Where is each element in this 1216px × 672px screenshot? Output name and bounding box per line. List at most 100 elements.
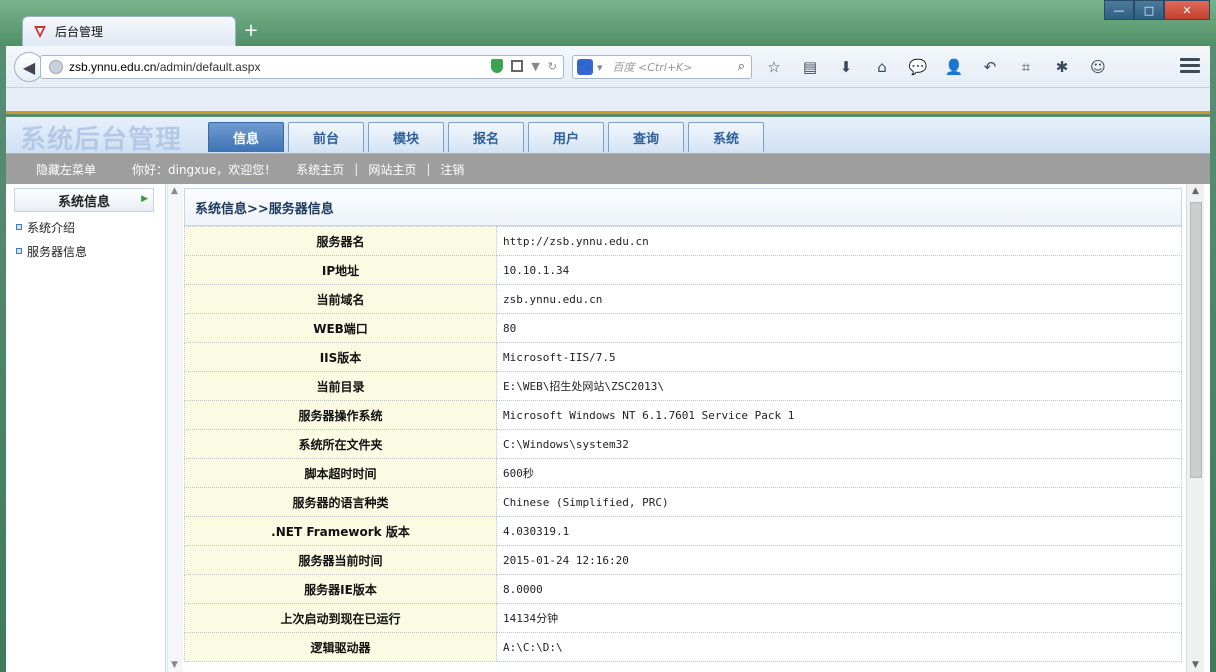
row-key: 当前域名 [184, 284, 497, 314]
bug-icon[interactable]: ✱ [1052, 58, 1072, 76]
browser-tab[interactable]: 后台管理 [22, 16, 236, 46]
row-value: E:\WEB\招生处网站\ZSC2013\ [496, 371, 1182, 401]
toolbar-icons: ☆ ▤ ⬇ ⌂ 💬 👤 ↶ ⌗ ✱ ☺ [764, 58, 1108, 76]
reload-icon[interactable]: ↻ [548, 60, 557, 73]
breadcrumb: 系统信息>>服务器信息 [184, 188, 1182, 226]
scrollbar-thumb[interactable] [1190, 202, 1202, 478]
row-key: .NET Framework 版本 [184, 516, 497, 546]
scroll-up-icon[interactable]: ▲ [171, 186, 178, 196]
site-header: 系统后台管理 信息 前台 模块 报名 用户 查询 系统 [6, 117, 1210, 155]
table-row: WEB端口 80 [184, 313, 1182, 343]
website-home-link[interactable]: 网站主页 [368, 161, 416, 178]
dropdown-icon[interactable]: ▼ [531, 60, 539, 73]
maximize-button[interactable]: □ [1134, 0, 1164, 20]
row-key: 系统所在文件夹 [184, 429, 497, 459]
tab-users[interactable]: 用户 [528, 122, 604, 152]
row-key: 上次启动到现在已运行 [184, 603, 497, 633]
greeting-text: 你好：dingxue，欢迎您！ [132, 162, 277, 177]
menu-icon[interactable] [1180, 58, 1200, 76]
bookmark-strip [6, 88, 1210, 114]
reading-list-icon[interactable]: ▤ [800, 58, 820, 76]
table-row: 服务器的语言种类 Chinese (Simplified, PRC) [184, 487, 1182, 517]
url-host: zsb.ynnu.edu.cn [69, 60, 157, 74]
row-value: 2015-01-24 12:16:20 [496, 545, 1182, 575]
table-row: IIS版本 Microsoft-IIS/7.5 [184, 342, 1182, 372]
undo-icon[interactable]: ↶ [980, 58, 1000, 76]
minimize-button[interactable]: — [1104, 0, 1134, 20]
row-key: 服务器当前时间 [184, 545, 497, 575]
row-value: A:\C:\D:\ [496, 632, 1182, 662]
sidebar-header[interactable]: 系统信息 ▶ [14, 188, 154, 212]
baidu-paw-icon[interactable]: 🐾 [577, 59, 593, 75]
new-tab-button[interactable]: + [240, 20, 262, 42]
url-path: /admin/default.aspx [156, 60, 261, 74]
search-placeholder: 百度 <Ctrl+K> [612, 61, 693, 74]
row-key: IP地址 [184, 255, 497, 285]
row-value: http://zsb.ynnu.edu.cn [496, 226, 1182, 256]
table-row: IP地址 10.10.1.34 [184, 255, 1182, 285]
close-button[interactable]: ✕ [1164, 0, 1210, 20]
table-row: 当前域名 zsb.ynnu.edu.cn [184, 284, 1182, 314]
row-value: C:\Windows\system32 [496, 429, 1182, 459]
back-arrow-icon: ◀ [22, 57, 36, 77]
address-bar[interactable]: zsb.ynnu.edu.cn/admin/default.aspx ▼ ↻ [40, 55, 564, 79]
scroll-up-icon[interactable]: ▲ [1192, 186, 1199, 196]
row-key: 服务器名 [184, 226, 497, 256]
sidebar-scrollbar[interactable]: ▲ ▼ [167, 184, 183, 672]
tab-title: 后台管理 [55, 25, 104, 39]
main-content: 系统信息>>服务器信息 服务器名 http://zsb.ynnu.edu.cn IP… [184, 188, 1182, 672]
home-icon[interactable]: ⌂ [872, 58, 892, 76]
separator: | [354, 162, 359, 176]
system-home-link[interactable]: 系统主页 [296, 161, 344, 178]
site-favicon-icon [33, 25, 47, 39]
crop-icon[interactable]: ⌗ [1016, 58, 1036, 76]
row-key: IIS版本 [184, 342, 497, 372]
row-value: Microsoft-IIS/7.5 [496, 342, 1182, 372]
sidebar-item-label: 系统介绍 [27, 220, 76, 235]
table-row: 服务器名 http://zsb.ynnu.edu.cn [184, 226, 1182, 256]
sidebar-item-server-info[interactable]: 服务器信息 [16, 242, 87, 260]
qr-code-icon[interactable] [511, 60, 524, 72]
title-bar: 后台管理 + — □ ✕ [0, 0, 1216, 46]
shield-icon[interactable] [491, 59, 504, 73]
download-icon[interactable]: ⬇ [836, 58, 856, 76]
row-value: 8.0000 [496, 574, 1182, 604]
row-key: 当前目录 [184, 371, 497, 401]
bullet-icon [16, 224, 22, 230]
table-row: 当前目录 E:\WEB\招生处网站\ZSC2013\ [184, 371, 1182, 401]
scroll-down-icon[interactable]: ▼ [171, 660, 178, 670]
chat-icon[interactable]: 💬 [908, 58, 928, 76]
table-row: 服务器操作系统 Microsoft Windows NT 6.1.7601 Ser… [184, 400, 1182, 430]
row-key: 服务器操作系统 [184, 400, 497, 430]
tab-registration[interactable]: 报名 [448, 122, 524, 152]
star-icon[interactable]: ☆ [764, 58, 784, 76]
sidebar-header-label: 系统信息 [57, 194, 110, 210]
table-row: 脚本超时时间 600秒 [184, 458, 1182, 488]
sidebar: 系统信息 ▶ 系统介绍 服务器信息 ▲ ▼ [6, 184, 183, 672]
sidebar-item-system-intro[interactable]: 系统介绍 [16, 218, 75, 236]
tab-query[interactable]: 查询 [608, 122, 684, 152]
tab-modules[interactable]: 模块 [368, 122, 444, 152]
table-row: 系统所在文件夹 C:\Windows\system32 [184, 429, 1182, 459]
search-bar[interactable]: 🐾 ▾ 百度 <Ctrl+K> ⌕ [572, 55, 752, 79]
sub-navigation: 隐藏左菜单 你好：dingxue，欢迎您！ 系统主页 | 网站主页 | 注销 [6, 154, 1210, 184]
scroll-down-icon[interactable]: ▼ [1192, 660, 1199, 670]
expand-arrow-icon: ▶ [141, 194, 148, 204]
page-scrollbar[interactable]: ▲ ▼ [1186, 184, 1204, 672]
table-row: 上次启动到现在已运行 14134分钟 [184, 603, 1182, 633]
tab-system[interactable]: 系统 [688, 122, 764, 152]
tab-frontend[interactable]: 前台 [288, 122, 364, 152]
tab-info[interactable]: 信息 [208, 122, 284, 152]
table-row: .NET Framework 版本 4.030319.1 [184, 516, 1182, 546]
bullet-icon [16, 248, 22, 254]
emoji-icon[interactable]: ☺ [1088, 58, 1108, 76]
hide-menu-link[interactable]: 隐藏左菜单 [36, 161, 124, 178]
main-tabs: 信息 前台 模块 报名 用户 查询 系统 [208, 122, 764, 152]
search-engine-dropdown-icon[interactable]: ▾ [597, 61, 603, 74]
logout-link[interactable]: 注销 [440, 161, 464, 178]
web-page: 系统后台管理 信息 前台 模块 报名 用户 查询 系统 隐藏左菜单 你好：din… [6, 117, 1210, 672]
person-icon[interactable]: 👤 [944, 58, 964, 76]
row-value: Chinese (Simplified, PRC) [496, 487, 1182, 517]
sidebar-item-label: 服务器信息 [27, 244, 88, 259]
search-icon[interactable]: ⌕ [738, 59, 745, 74]
